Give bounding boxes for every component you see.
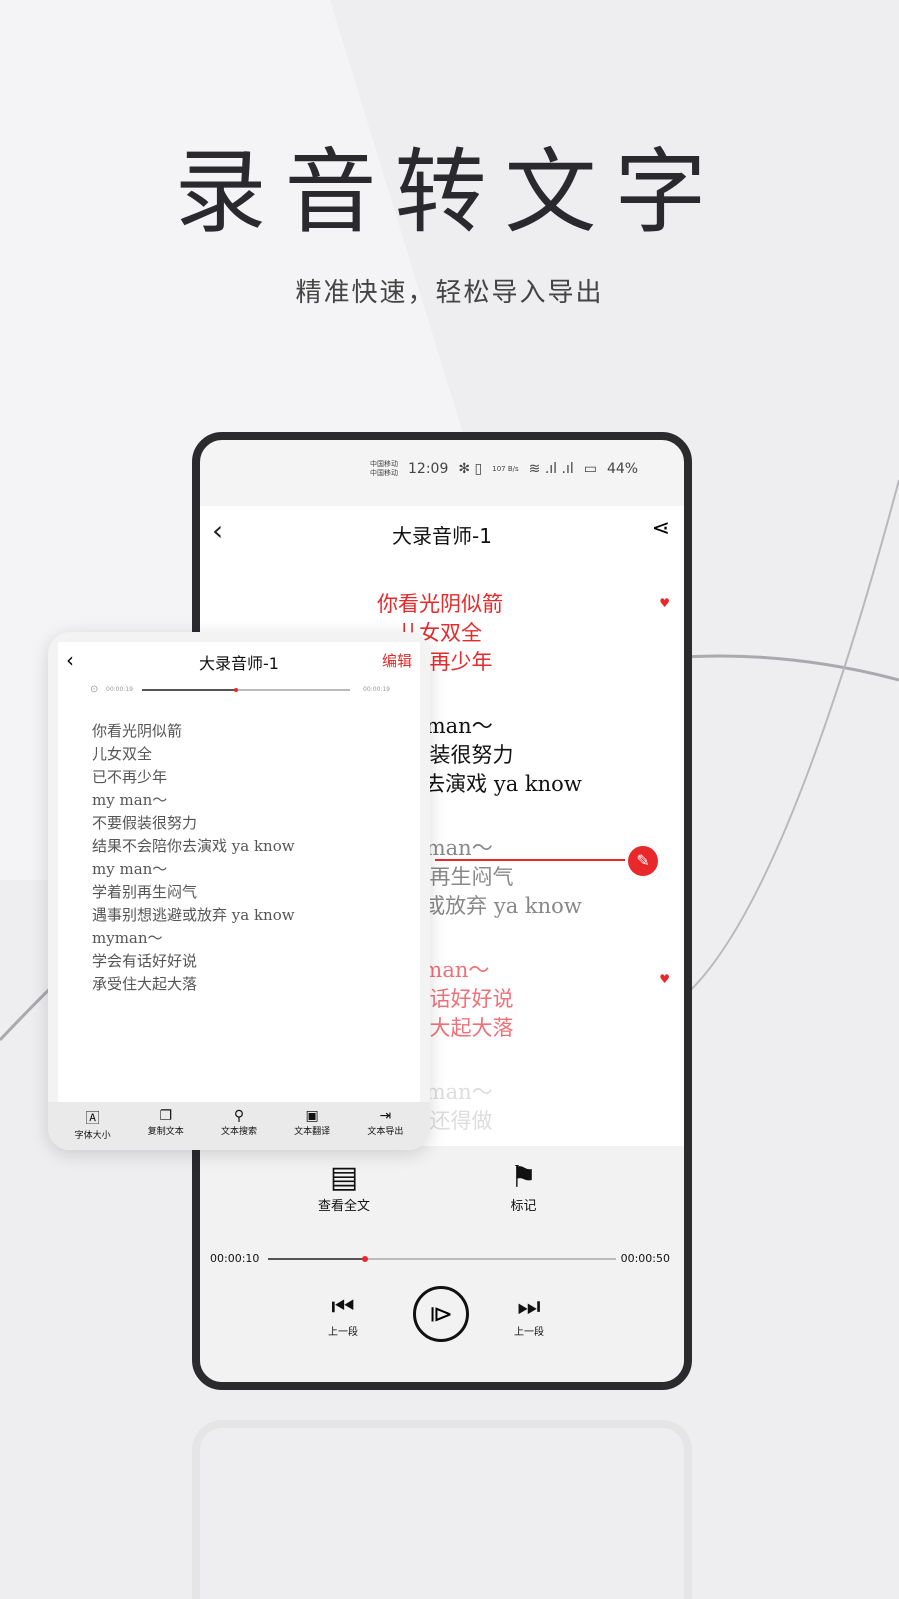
- text-line: 学着别再生闷气: [92, 883, 198, 901]
- full-text-card: ‹ 大录音师-1 编辑 ⊙ 00:00:19 00:00:19 你看光阴似箭 儿女…: [48, 632, 430, 1150]
- text-line: 儿女双全: [92, 745, 153, 763]
- headline: 录音转文字: [174, 139, 725, 246]
- text-line: my man〜: [92, 860, 168, 878]
- carrier: 中国移动: [370, 460, 398, 468]
- mark-icon: ♥: [659, 596, 670, 610]
- tool-search[interactable]: ⚲ 文本搜索: [221, 1102, 257, 1150]
- status-bar: 中国移动 中国移动 12:09 ✻ ▯ 107 B/s ≋ .ıl .ıl ▭ 4…: [370, 460, 638, 478]
- label: 标记: [510, 1199, 537, 1214]
- flag-icon: ⚑: [510, 1160, 537, 1195]
- skip-forward-icon: ⏭: [517, 1292, 541, 1322]
- next-button[interactable]: ⏭ 上一段: [514, 1292, 544, 1338]
- battery-icon: ▭: [583, 461, 597, 477]
- tool-label: 文本翻译: [294, 1127, 331, 1137]
- text-line: 结果不会陪你去演戏 ya know: [92, 837, 295, 855]
- tool-label: 文本搜索: [220, 1127, 257, 1137]
- signal-icon: ≋ .ıl .ıl: [528, 461, 574, 477]
- play-icon: ⧐: [429, 1300, 453, 1328]
- skip-back-icon: ⏮: [331, 1292, 355, 1322]
- text-line: 承受住大起大落: [92, 975, 198, 993]
- text-line: my man〜: [92, 791, 168, 809]
- bluetooth-icon: ✻ ▯: [458, 461, 483, 477]
- tool-font-size[interactable]: 🄰 字体大小: [75, 1102, 111, 1150]
- tool-label: 字体大小: [74, 1131, 111, 1141]
- player-controls: ▤ 查看全文 ⚑ 标记 00:00:10 00:00:50 ⏮ 上一段 ⧐ ⏭ 上一段: [200, 1146, 684, 1382]
- translate-icon: ▣: [305, 1108, 319, 1124]
- label: 上一段: [328, 1327, 358, 1338]
- mark-button[interactable]: ⚑ 标记: [510, 1160, 537, 1214]
- current-time: 00:00:10: [210, 1252, 260, 1265]
- tool-label: 复制文本: [147, 1127, 184, 1137]
- progress-handle[interactable]: [362, 1256, 369, 1262]
- label: 上一段: [514, 1327, 544, 1338]
- battery-level: 44%: [606, 461, 639, 477]
- text-toolbar: 🄰 字体大小 ❐ 复制文本 ⚲ 文本搜索 ▣ 文本翻译 ⇥ 文本导出: [48, 1102, 430, 1150]
- full-text: 你看光阴似箭 儿女双全 已不再少年 my man〜 不要假装很努力 结果不会陪你去演戏 y…: [92, 720, 295, 996]
- font-size-icon: 🄰: [85, 1111, 100, 1127]
- card-title: 大录音师-1: [199, 654, 279, 673]
- label: 查看全文: [318, 1199, 371, 1214]
- play-icon[interactable]: ⊙: [90, 684, 98, 695]
- tool-copy[interactable]: ❐ 复制文本: [148, 1102, 184, 1150]
- edit-pencil-icon[interactable]: ✎: [628, 846, 658, 876]
- edit-indicator: [435, 859, 625, 861]
- subtitle: 精准快速，轻松导入导出: [295, 278, 604, 308]
- clock: 12:09: [408, 461, 449, 477]
- edit-button[interactable]: 编辑: [382, 650, 412, 671]
- tool-export[interactable]: ⇥ 文本导出: [367, 1102, 403, 1150]
- text-line: 已不再少年: [92, 768, 168, 786]
- lyric-line: 你看光阴似箭: [377, 592, 503, 616]
- text-line: 遇事别想逃避或放弃 ya know: [92, 906, 295, 924]
- text-line: 你看光阴似箭: [92, 722, 183, 740]
- total-time: 00:00:19: [363, 686, 390, 693]
- text-line: 学会有话好好说: [92, 952, 198, 970]
- share-icon[interactable]: ⋖: [652, 516, 670, 541]
- tool-label: 文本导出: [367, 1127, 404, 1137]
- progress-slider[interactable]: [142, 688, 350, 692]
- search-icon: ⚲: [233, 1108, 245, 1124]
- mark-icon: ♥: [659, 972, 670, 986]
- view-full-text-button[interactable]: ▤ 查看全文: [318, 1160, 370, 1214]
- play-button[interactable]: ⧐: [413, 1286, 469, 1342]
- carrier: 中国移动: [370, 469, 398, 477]
- progress-fill: [142, 689, 236, 691]
- card-progress: ⊙ 00:00:19 00:00:19: [90, 684, 390, 698]
- text-line: 不要假装很努力: [92, 814, 198, 832]
- current-time: 00:00:19: [106, 686, 133, 693]
- page-title: 大录音师-1: [392, 524, 492, 548]
- progress-slider[interactable]: [268, 1256, 616, 1262]
- copy-icon: ❐: [159, 1108, 173, 1124]
- net-speed: 107 B/s: [492, 464, 519, 473]
- progress-handle[interactable]: [233, 688, 238, 692]
- export-icon: ⇥: [379, 1108, 392, 1124]
- previous-button[interactable]: ⏮ 上一段: [328, 1292, 358, 1338]
- document-icon: ▤: [329, 1160, 359, 1195]
- phone-reflection: [192, 1420, 692, 1599]
- total-time: 00:00:50: [620, 1252, 670, 1265]
- app-header: ‹ 大录音师-1 ⋖: [200, 506, 684, 556]
- text-line: myman〜: [92, 929, 163, 947]
- progress-fill: [268, 1258, 366, 1260]
- tool-translate[interactable]: ▣ 文本翻译: [294, 1102, 330, 1150]
